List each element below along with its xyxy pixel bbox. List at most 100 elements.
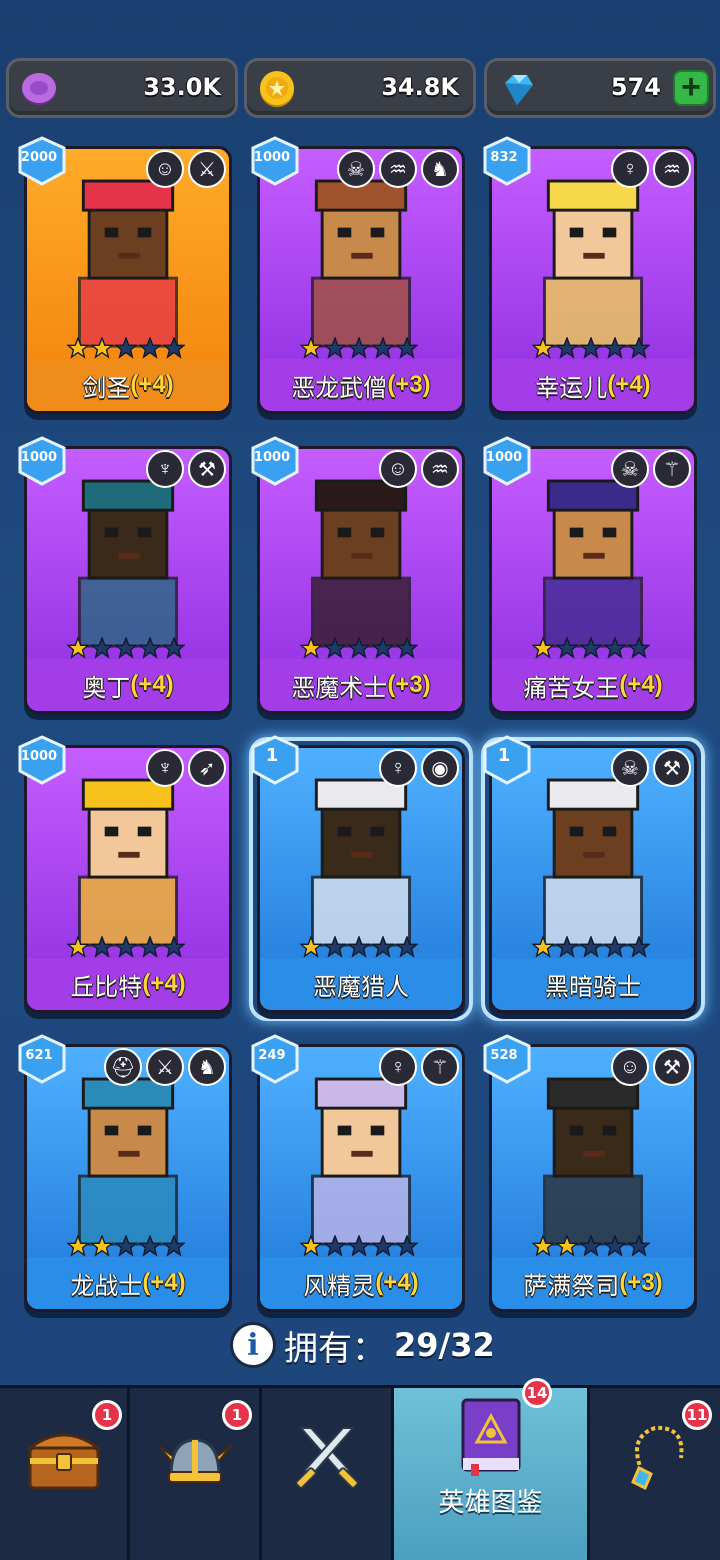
dragon-icon: ♒ [653,150,691,188]
hero-card[interactable]: 龙战士 (+4) 621 ⛑ ⚔ ♞ [18,1034,232,1312]
skull-icon: ☠ [611,450,649,488]
hero-bonus: (+3) [619,1269,663,1296]
hero-book-notif-badge: 14 [522,1378,552,1408]
add-gems-button[interactable]: + [673,70,709,106]
star-empty-icon [163,1235,185,1257]
star-empty-icon [604,637,626,659]
star-empty-icon [348,337,370,359]
star-empty-icon [163,936,185,958]
dragon-head-icon: ♞ [421,150,459,188]
star-filled-icon [532,337,554,359]
star-empty-icon [115,936,137,958]
hero-level: 832 [490,150,518,165]
hero-name: 奥丁 [82,674,131,702]
hero-bonus: (+4) [130,671,174,698]
skull-icon: ☠ [337,150,375,188]
wings-icon: ♆ [146,450,184,488]
hero-name: 萨满祭司 [523,1272,620,1300]
hero-card[interactable]: 丘比特 (+4) 1000 ♆ ➶ [18,735,232,1013]
star-filled-icon [300,337,322,359]
hero-name: 幸运儿 [535,374,608,402]
tab-chest[interactable]: 1 [0,1388,130,1560]
purple-coin-counter[interactable]: 33.0K [6,58,238,118]
hero-card[interactable]: 黑暗骑士 1 ☠ ⚒ [481,735,705,1021]
hero-level: 1 [265,745,279,766]
hero-class-badges: ☠ ⚒ [611,749,691,787]
star-empty-icon [324,637,346,659]
hero-name-bar: 萨满祭司 (+3) [492,1257,694,1309]
star-empty-icon [604,337,626,359]
amulet-notif-badge: 11 [682,1400,712,1430]
star-filled-icon [300,936,322,958]
hero-class-badges: ♀ ♒ [611,150,691,188]
hero-card[interactable]: 恶龙武僧 (+3) 1000 ☠ ♒ ♞ [251,136,465,414]
star-empty-icon [324,337,346,359]
orc-face-icon: ☺ [611,1048,649,1086]
hero-bonus: (+4) [607,371,651,398]
hero-class-badges: ♆ ➶ [146,749,226,787]
hero-card[interactable]: 萨满祭司 (+3) 528 ☺ ⚒ [483,1034,697,1312]
hero-level: 1000 [253,450,291,465]
sword-icon: ⚔ [146,1048,184,1086]
star-empty-icon [372,337,394,359]
hero-name: 痛苦女王 [523,674,620,702]
hero-level: 1000 [20,450,58,465]
hero-stars [67,1235,185,1257]
star-empty-icon [396,936,418,958]
hammer-icon: ⚒ [188,450,226,488]
hero-name: 丘比特 [70,973,143,1001]
info-icon[interactable]: i [230,1322,276,1368]
chest-notif-badge: 1 [92,1400,122,1430]
tab-amulet[interactable]: 11 [590,1388,720,1560]
tab-battle[interactable] [262,1388,394,1560]
star-empty-icon [556,337,578,359]
hero-class-badges: ☺ ⚔ [146,150,226,188]
hero-name: 恶魔猎人 [313,973,409,1001]
hero-level: 1 [497,745,511,766]
gem-value: 574 [610,73,661,101]
tab-helmet[interactable]: 1 [130,1388,262,1560]
resource-bar: 33.0K 34.8K 574 + [0,58,720,120]
hero-card[interactable]: 奥丁 (+4) 1000 ♆ ⚒ [18,436,232,714]
hero-stars [300,1235,418,1257]
bottom-nav: 1 1 14 英雄图鉴 11 [0,1378,720,1560]
hero-name-bar: 风精灵 (+4) [260,1257,462,1309]
star-empty-icon [348,1235,370,1257]
elf-icon: ♀ [379,749,417,787]
hammer-icon: ⚒ [653,1048,691,1086]
star-empty-icon [91,637,113,659]
elf-icon: ♀ [379,1048,417,1086]
owned-label: 拥有： [284,1329,386,1368]
hero-level: 621 [25,1048,53,1063]
tab-hero-book[interactable]: 14 英雄图鉴 [394,1378,590,1560]
hero-card[interactable]: 恶魔术士 (+3) 1000 ☺ ♒ [251,436,465,714]
hero-class-badges: ♀ ⚚ [379,1048,459,1086]
star-empty-icon [139,637,161,659]
hero-level-badge: 1000 [249,136,301,186]
hero-card[interactable]: 恶魔猎人 1 ♀ ◉ [249,735,473,1021]
hero-name-bar: 恶魔猎人 [260,958,462,1010]
owned-count: 29/32 [394,1326,495,1364]
hero-book-label: 英雄图鉴 [438,1487,543,1517]
hero-book-icon [461,1398,520,1476]
hero-level: 249 [258,1048,286,1063]
hero-name: 剑圣 [82,374,131,402]
gem-counter[interactable]: 574 + [484,58,716,118]
hero-card[interactable]: 幸运儿 (+4) 832 ♀ ♒ [483,136,697,414]
hero-name: 恶魔术士 [291,674,388,702]
hero-card[interactable]: 风精灵 (+4) 249 ♀ ⚚ [251,1034,465,1312]
gold-coin-counter[interactable]: 34.8K [244,58,476,118]
hero-stars [532,337,650,359]
star-filled-icon [67,337,89,359]
hero-card[interactable]: 剑圣 (+4) 2000 ☺ ⚔ [18,136,232,414]
star-empty-icon [604,936,626,958]
purple-coin-icon [22,73,56,105]
hero-bonus: (+4) [375,1269,419,1296]
star-empty-icon [348,637,370,659]
hero-card[interactable]: 痛苦女王 (+4) 1000 ☠ ⚚ [483,436,697,714]
orc-face-icon: ☺ [379,450,417,488]
helmet-icon: ⛑ [104,1048,142,1086]
hero-bonus: (+3) [387,671,431,698]
hero-stars [67,936,185,958]
hero-stars [532,637,650,659]
